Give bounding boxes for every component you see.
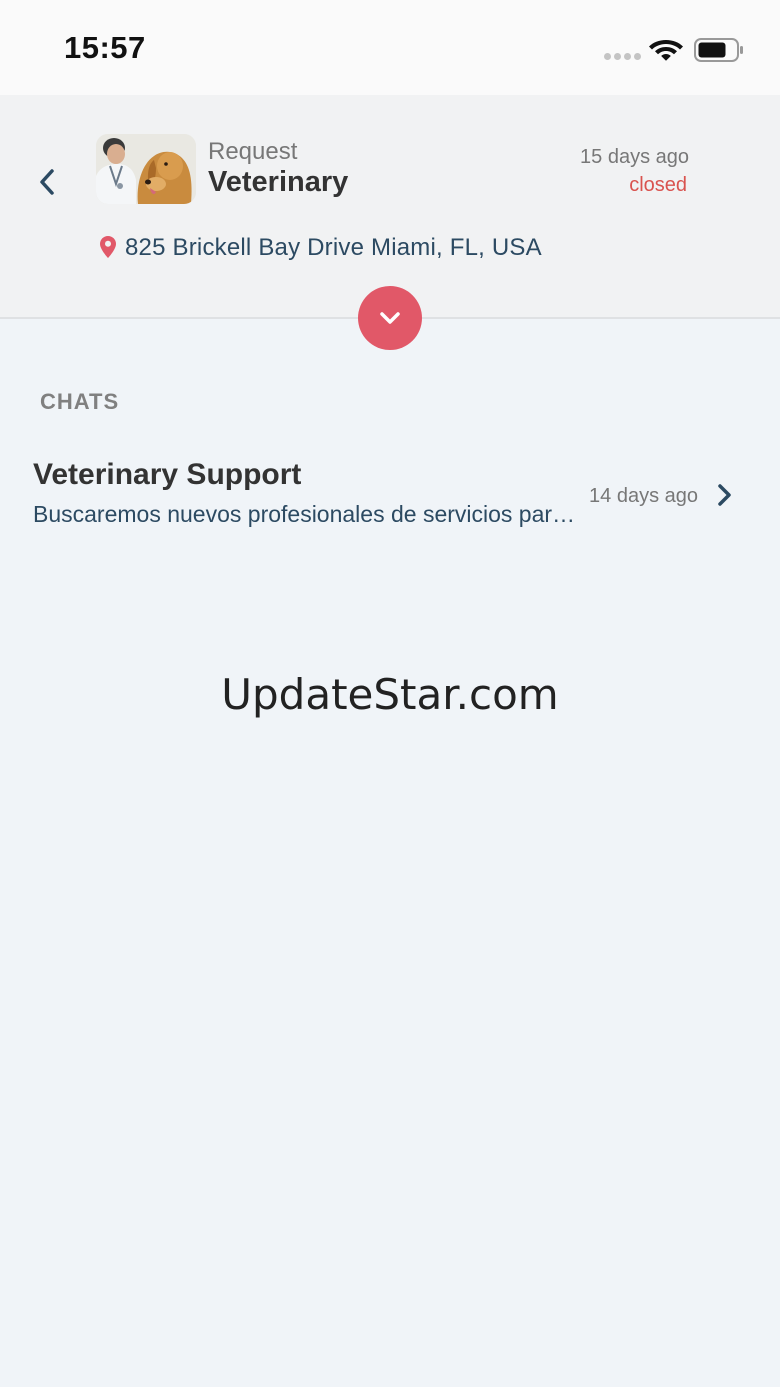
battery-icon: [694, 38, 743, 62]
wifi-icon: [649, 40, 683, 61]
request-label: Request: [208, 138, 298, 165]
chat-preview: Buscaremos nuevos profesionales de servi…: [33, 501, 587, 527]
request-thumbnail: [96, 134, 196, 204]
chat-age: 14 days ago: [589, 485, 698, 507]
chats-section-heading: CHATS: [40, 389, 120, 414]
request-age: 15 days ago: [580, 146, 689, 168]
map-pin-icon: [100, 236, 116, 258]
status-time: 15:57: [64, 30, 146, 65]
expand-details-button[interactable]: [358, 286, 422, 350]
chevron-down-icon: [380, 312, 400, 324]
request-title: Veterinary: [208, 166, 349, 198]
chat-list-item[interactable]: Veterinary Support Buscaremos nuevos pro…: [0, 450, 780, 540]
status-bar: 15:57: [0, 0, 780, 95]
request-status-badge: closed: [629, 174, 687, 196]
cellular-signal-icon: [604, 53, 641, 60]
watermark-text: UpdateStar.com: [221, 670, 559, 719]
back-chevron-icon[interactable]: [34, 165, 62, 199]
chat-title: Veterinary Support: [33, 458, 302, 491]
chevron-right-icon: [718, 484, 731, 506]
request-address: 825 Brickell Bay Drive Miami, FL, USA: [125, 234, 542, 261]
